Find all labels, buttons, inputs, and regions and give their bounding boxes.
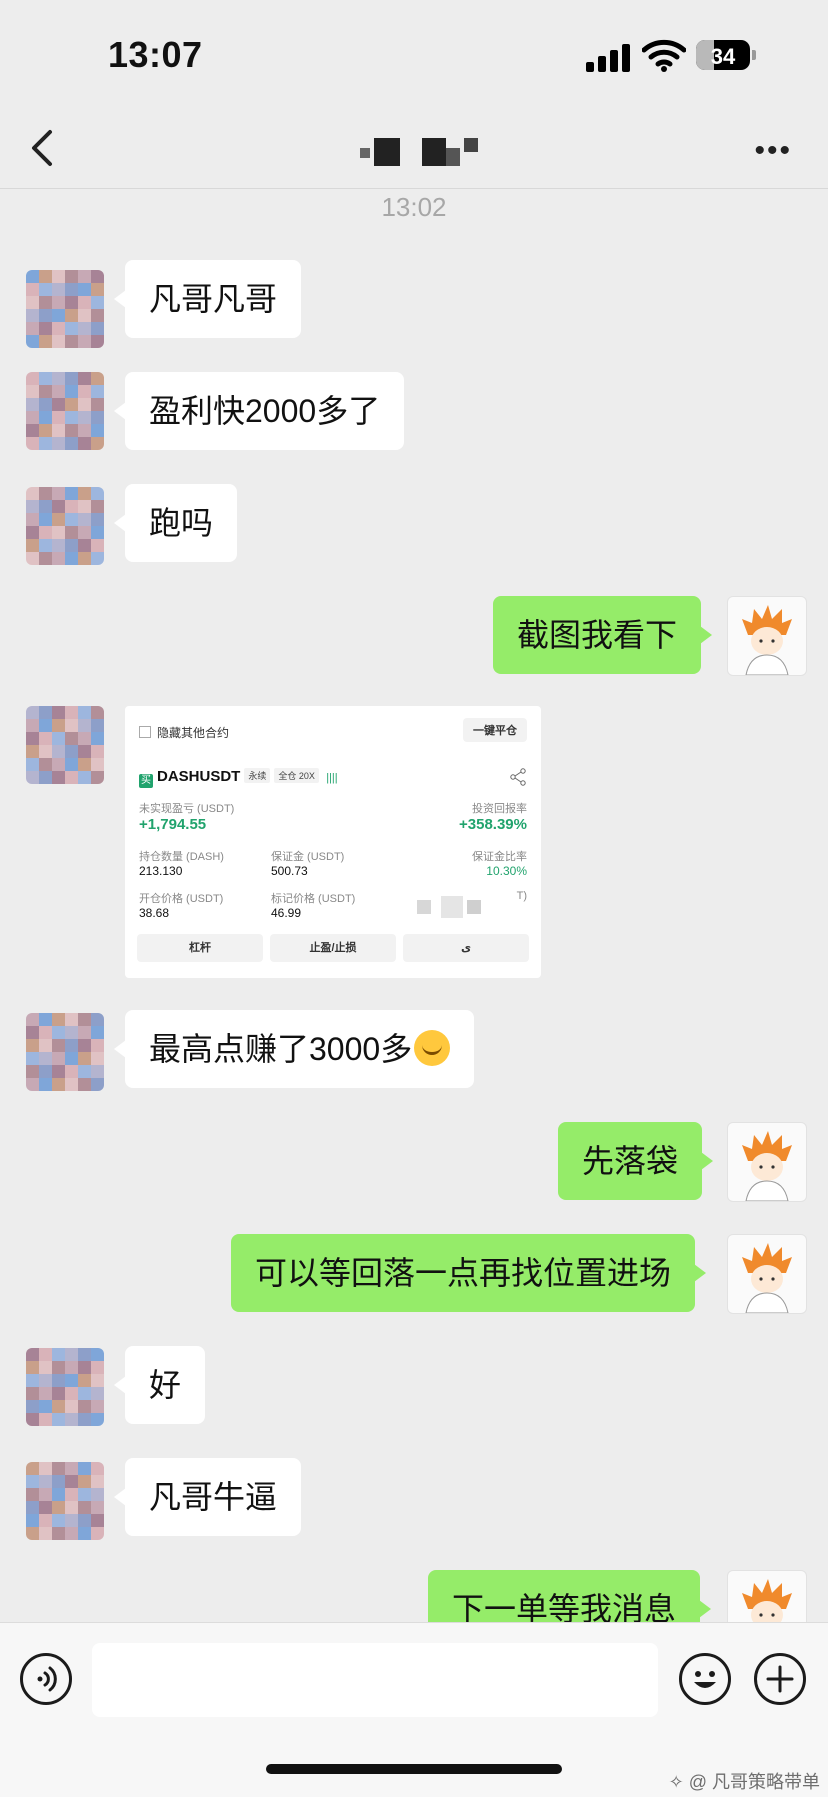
pnl-value: +1,794.55 [139, 816, 207, 833]
contact-avatar[interactable] [26, 372, 104, 450]
pnl-label: 未实现盈亏 (USDT) [139, 803, 235, 815]
contact-avatar[interactable] [26, 706, 104, 784]
message-bubble-received: 好 [113, 1346, 206, 1424]
voice-input-icon[interactable] [20, 1653, 72, 1705]
battery-icon: 34 [696, 40, 750, 70]
roi-value: +358.39% [459, 816, 527, 833]
open-price-value: 38.68 [139, 906, 170, 920]
more-options-icon[interactable]: ••• [754, 134, 792, 168]
message-bubble-received: 跑吗 [113, 484, 238, 562]
trade-screenshot-image[interactable]: 隐藏其他合约 一键平仓 买 DASHUSDT 永续 全仓 20X |||| 未实现盈亏… [125, 706, 541, 978]
chat-title-pixelated [360, 138, 490, 166]
message-bubble-received: 盈利快2000多了 [113, 372, 405, 450]
chat-header: ••• [0, 110, 828, 189]
blurred-value [441, 896, 463, 918]
message-bubble-sent: 可以等回落一点再找位置进场 [231, 1234, 707, 1312]
share-icon [510, 768, 526, 786]
status-time: 13:07 [108, 34, 203, 75]
battery-percent: 34 [710, 44, 736, 69]
watermark: ✧ @ 凡哥策略带单 [668, 1772, 820, 1792]
emoji-icon[interactable] [679, 1653, 731, 1705]
symbol-badge-icon: 买 [139, 774, 153, 788]
blurred-value [417, 900, 431, 914]
contact-avatar[interactable] [26, 270, 104, 348]
third-action-button: ی [403, 934, 529, 962]
message-bubble-sent: 截图我看下 [493, 596, 713, 674]
crying-laughing-emoji-icon [414, 1030, 451, 1066]
mark-price-value: 46.99 [271, 906, 302, 920]
margin-value: 500.73 [271, 864, 308, 878]
contact-avatar[interactable] [26, 1348, 104, 1426]
open-price-label: 开仓价格 (USDT) [139, 893, 224, 905]
blurred-value [467, 900, 481, 914]
wifi-icon [642, 39, 686, 72]
message-bubble-received: 最高点赚了3000多 [113, 1010, 475, 1088]
hide-other-contracts: 隐藏其他合约 [139, 724, 229, 741]
tp-sl-button: 止盈/止损 [270, 934, 396, 962]
message-bubble-sent: 先落袋 [558, 1122, 714, 1200]
contact-avatar[interactable] [26, 487, 104, 565]
add-more-icon[interactable] [754, 1653, 806, 1705]
mark-price-label: 标记价格 (USDT) [271, 893, 356, 905]
contact-avatar[interactable] [26, 1462, 104, 1540]
my-avatar[interactable] [727, 596, 807, 676]
back-icon[interactable] [26, 128, 62, 168]
home-indicator[interactable] [266, 1764, 562, 1774]
qty-value: 213.130 [139, 864, 183, 878]
message-bubble-received: 凡哥凡哥 [113, 260, 302, 338]
leverage-button: 杠杆 [137, 934, 263, 962]
margin-ratio-label: 保证金比率 [472, 851, 527, 863]
my-avatar[interactable] [727, 1234, 807, 1314]
chat-timestamp: 13:02 [381, 192, 447, 222]
qty-label: 持仓数量 (DASH) [139, 851, 224, 863]
roi-label: 投资回报率 [472, 803, 527, 815]
contact-avatar[interactable] [26, 1013, 104, 1091]
signal-icon [586, 44, 632, 72]
symbol-row: 买 DASHUSDT 永续 全仓 20X |||| [139, 768, 338, 788]
message-bubble-received: 凡哥牛逼 [113, 1458, 302, 1536]
message-input[interactable] [92, 1643, 658, 1717]
liq-price-label-fragment: T) [516, 890, 527, 902]
margin-label: 保证金 (USDT) [271, 851, 345, 863]
close-all-button: 一键平仓 [463, 718, 527, 742]
status-bar: 13:07 34 [0, 0, 828, 110]
margin-ratio-value: 10.30% [486, 864, 527, 878]
my-avatar[interactable] [727, 1122, 807, 1202]
